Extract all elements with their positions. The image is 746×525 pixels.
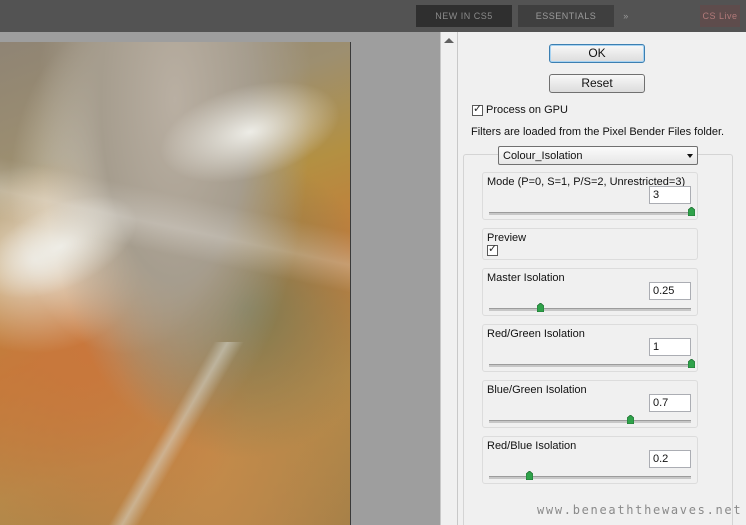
workspace-button-new[interactable]: NEW IN CS5 bbox=[416, 5, 512, 27]
param-red-green-slider-thumb[interactable] bbox=[688, 359, 695, 368]
param-red-blue-isolation: Red/Blue Isolation 0.2 bbox=[482, 436, 698, 484]
process-on-gpu-row[interactable]: ✓ Process on GPU bbox=[472, 102, 568, 120]
param-master-isolation: Master Isolation 0.25 bbox=[482, 268, 698, 316]
process-on-gpu-label: Process on GPU bbox=[486, 104, 568, 117]
param-red-blue-slider-thumb[interactable] bbox=[526, 471, 534, 480]
filters-info-text: Filters are loaded from the Pixel Bender… bbox=[471, 126, 725, 138]
water-rivulet bbox=[90, 342, 250, 525]
app-top-bar: NEW IN CS5 ESSENTIALS » CS Live bbox=[0, 0, 746, 32]
pixel-bender-panel: OK Reset ✓ Process on GPU Filters are loa… bbox=[458, 32, 746, 525]
checkmark-icon: ✓ bbox=[473, 102, 483, 115]
param-mode-slider-thumb[interactable] bbox=[688, 207, 695, 216]
param-blue-green-slider-thumb[interactable] bbox=[627, 415, 635, 424]
preview-checkbox[interactable]: ✓ bbox=[487, 243, 498, 256]
param-blue-green-label: Blue/Green Isolation bbox=[487, 384, 587, 396]
watermark-text: www.beneaththewaves.net bbox=[537, 503, 743, 517]
param-mode: Mode (P=0, S=1, P/S=2, Unrestricted=3) 3 bbox=[482, 172, 698, 220]
param-red-green-isolation: Red/Green Isolation 1 bbox=[482, 324, 698, 372]
preview-scrollbar[interactable] bbox=[440, 32, 458, 525]
param-red-green-label: Red/Green Isolation bbox=[487, 328, 585, 340]
param-mode-slider-track[interactable] bbox=[489, 212, 691, 215]
workspace-button-essentials[interactable]: ESSENTIALS bbox=[518, 5, 614, 27]
preview-image[interactable] bbox=[0, 42, 351, 525]
ok-button[interactable]: OK bbox=[549, 44, 645, 63]
param-blue-green-isolation: Blue/Green Isolation 0.7 bbox=[482, 380, 698, 428]
reset-button[interactable]: Reset bbox=[549, 74, 645, 93]
steam-plume-left bbox=[0, 168, 161, 326]
param-red-blue-input[interactable]: 0.2 bbox=[649, 450, 691, 468]
param-master-slider-track[interactable] bbox=[489, 308, 691, 311]
param-red-blue-slider-track[interactable] bbox=[489, 476, 691, 479]
process-on-gpu-checkbox[interactable]: ✓ bbox=[472, 102, 483, 116]
param-master-label: Master Isolation bbox=[487, 272, 565, 284]
cs-live-button[interactable]: CS Live bbox=[700, 5, 740, 27]
param-red-green-slider-track[interactable] bbox=[489, 364, 691, 367]
filter-select[interactable]: Colour_Isolation bbox=[498, 146, 698, 165]
preview-area bbox=[0, 32, 440, 525]
param-master-slider-thumb[interactable] bbox=[536, 303, 544, 312]
chevron-down-icon[interactable] bbox=[687, 154, 693, 158]
param-red-blue-label: Red/Blue Isolation bbox=[487, 440, 577, 452]
param-mode-input[interactable]: 3 bbox=[649, 186, 691, 204]
param-red-green-input[interactable]: 1 bbox=[649, 338, 691, 356]
filter-select-value: Colour_Isolation bbox=[503, 150, 583, 162]
more-workspaces-button[interactable]: » bbox=[614, 5, 638, 27]
param-preview: Preview ✓ bbox=[482, 228, 698, 260]
scroll-up-icon[interactable] bbox=[444, 38, 454, 43]
param-master-input[interactable]: 0.25 bbox=[649, 282, 691, 300]
steam-plume bbox=[140, 57, 350, 207]
checkmark-icon: ✓ bbox=[488, 243, 498, 255]
param-blue-green-input[interactable]: 0.7 bbox=[649, 394, 691, 412]
param-blue-green-slider-track[interactable] bbox=[489, 420, 691, 423]
